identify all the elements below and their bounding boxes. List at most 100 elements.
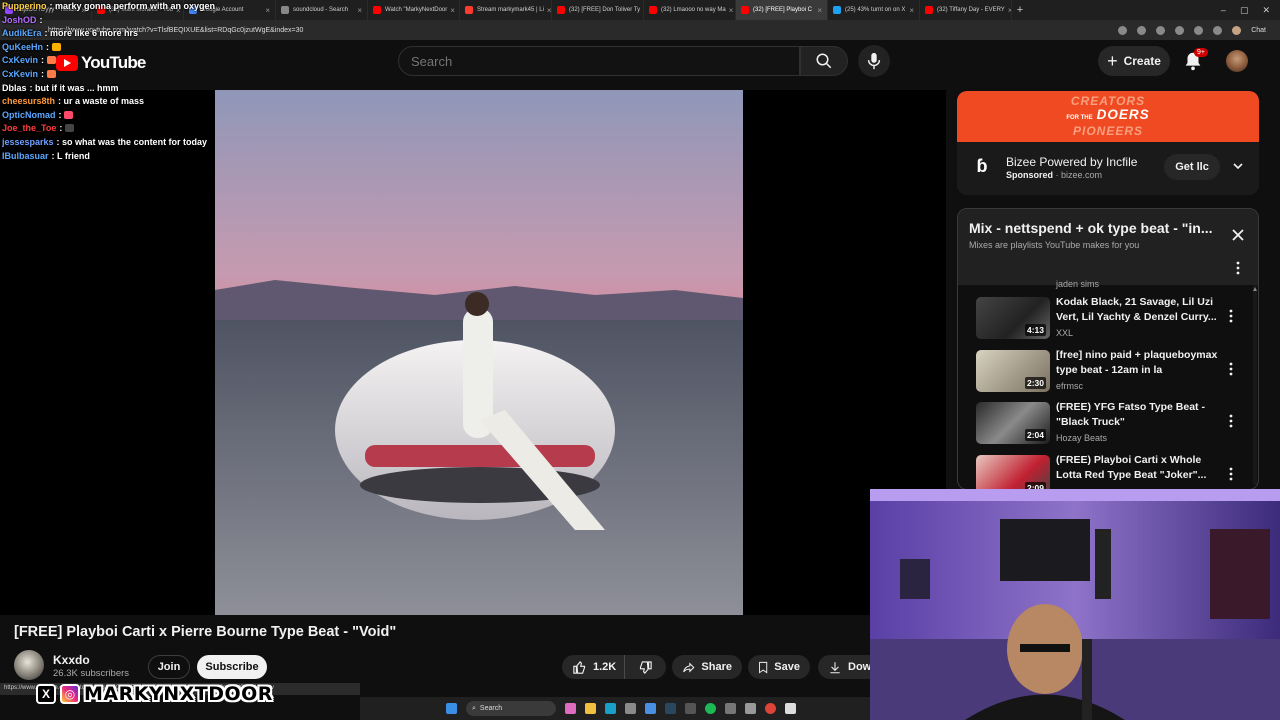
mix-subtitle: Mixes are playlists YouTube makes for yo… (969, 240, 1140, 250)
bizee-logo-icon: ɓ (976, 156, 988, 176)
obs-icon[interactable] (685, 703, 696, 714)
profile-icon[interactable] (1232, 25, 1242, 35)
chevron-down-icon[interactable] (1232, 160, 1244, 172)
taskbar-search[interactable]: ⌕ Search (466, 701, 556, 716)
browser-tab[interactable]: (32) [FREE] Don Toliver Ty× (552, 0, 644, 20)
spotify-icon[interactable] (705, 703, 716, 714)
extension-icon[interactable] (1213, 25, 1223, 35)
like-button[interactable]: 1.2K (562, 655, 626, 679)
ad-domain[interactable]: bizee.com (1061, 170, 1102, 180)
chat-username: OpticNomad (2, 109, 56, 120)
playlist-item-title[interactable]: (FREE) YFG Fatso Type Beat - "Black Truc… (1056, 400, 1218, 430)
tab-close-icon[interactable]: × (726, 6, 734, 15)
playlist-item-title[interactable]: (FREE) Playboi Carti x Whole Lotta Red T… (1056, 453, 1218, 483)
store-icon[interactable] (645, 703, 656, 714)
channel-avatar[interactable] (14, 650, 44, 680)
playlist-item-channel: efrmsc (1056, 381, 1083, 391)
playlist-item-thumbnail[interactable]: 2:04 (976, 402, 1050, 444)
browser-tab[interactable]: soundcloud - Search × (276, 0, 368, 20)
windows-start-icon[interactable] (446, 703, 457, 714)
tab-close-icon[interactable]: × (1005, 6, 1011, 15)
browser-tab[interactable]: (25) 43% turnt on on X × (828, 0, 920, 20)
taskbar-app-icon[interactable] (745, 703, 756, 714)
extension-icon[interactable] (1156, 25, 1166, 35)
taskbar-app-icon[interactable] (785, 703, 796, 714)
notification-count-badge: 9+ (1194, 48, 1208, 57)
video-thumbnail-art[interactable] (215, 90, 743, 615)
maximize-icon[interactable]: ▢ (1240, 5, 1249, 16)
tab-close-icon[interactable]: × (906, 6, 914, 15)
more-vertical-icon[interactable] (1228, 413, 1234, 429)
steam-icon[interactable] (665, 703, 676, 714)
chat-username: Joe_the_Toe (2, 123, 57, 134)
sponsored-ad-card[interactable]: CREATORS FOR THE DOERS PIONEERS (957, 91, 1259, 195)
close-icon[interactable] (1230, 227, 1246, 243)
browser-tab[interactable]: (32) Tiffany Day - EVERY× (920, 0, 1012, 20)
tab-close-icon[interactable]: × (447, 6, 455, 15)
tab-label: (32) Lmaooo no way Ma (661, 7, 726, 13)
browser-tab[interactable]: Stream markymark45 | Li × (460, 0, 552, 20)
chrome-icon[interactable] (765, 703, 776, 714)
thumbs-down-icon (640, 660, 652, 674)
search-input[interactable] (398, 46, 800, 76)
ad-cta-button[interactable]: Get llc (1164, 154, 1220, 180)
minimize-icon[interactable]: – (1221, 5, 1226, 16)
tab-favicon-icon (281, 6, 289, 14)
settings-icon[interactable] (625, 703, 636, 714)
edge-browser-icon[interactable] (605, 703, 616, 714)
tab-close-icon[interactable]: × (814, 6, 822, 15)
playlist-item[interactable]: 2:04 (FREE) YFG Fatso Type Beat - "Black … (976, 400, 1251, 450)
mix-title[interactable]: Mix - nettspend + ok type beat - "in... (969, 220, 1224, 236)
subscribe-button[interactable]: Subscribe (197, 655, 267, 679)
playlist-item[interactable]: 2:30 [free] nino paid + plaqueboymax type… (976, 348, 1251, 398)
playlist-scrollbar[interactable] (1252, 285, 1258, 485)
voice-search-button[interactable] (858, 45, 890, 77)
playlist-item-thumbnail[interactable]: 4:13 (976, 297, 1050, 339)
browser-tab[interactable]: (32) Lmaooo no way Ma × (644, 0, 736, 20)
chat-separator: : (41, 55, 47, 66)
new-tab-button[interactable]: + (1012, 4, 1028, 16)
tab-close-icon[interactable]: × (262, 6, 270, 15)
tab-close-icon[interactable]: × (354, 6, 362, 15)
close-window-icon[interactable]: ✕ (1262, 5, 1270, 16)
ad-title[interactable]: Bizee Powered by Incfile (1006, 155, 1137, 169)
ad-banner[interactable]: CREATORS FOR THE DOERS PIONEERS (957, 91, 1259, 142)
chat-button[interactable]: Chat (1251, 27, 1266, 34)
file-explorer-icon[interactable] (585, 703, 596, 714)
extension-icon[interactable] (1194, 25, 1204, 35)
playlist-item-title[interactable]: [free] nino paid + plaqueboymax type bea… (1056, 348, 1218, 378)
more-vertical-icon[interactable] (1228, 466, 1234, 482)
browser-tab[interactable]: Watch "MarkyNextDoor × (368, 0, 460, 20)
browser-tab[interactable]: (32) [FREE] Playboi C × (736, 0, 828, 20)
tab-favicon-icon (373, 6, 381, 14)
playlist-item-title[interactable]: Kodak Black, 21 Savage, Lil Uzi Vert, Li… (1056, 295, 1218, 325)
playlist-item[interactable]: 4:13 Kodak Black, 21 Savage, Lil Uzi Vert… (976, 295, 1251, 345)
chat-username: cheesurs8th (2, 96, 56, 107)
taskbar-app-icon[interactable] (725, 703, 736, 714)
search-button[interactable] (800, 46, 848, 76)
share-button[interactable]: Share (672, 655, 742, 679)
playlist-item-thumbnail[interactable]: 2:30 (976, 350, 1050, 392)
ad-banner-keyword: DOERS (1096, 107, 1150, 122)
dislike-button[interactable] (625, 655, 666, 679)
taskbar-app-icon[interactable] (565, 703, 576, 714)
extension-icon[interactable] (1175, 25, 1185, 35)
more-vertical-icon[interactable] (1228, 361, 1234, 377)
stream-chat-overlay: Pupperino: marky gonna perform with an o… (2, 0, 217, 161)
extension-icon[interactable] (1118, 25, 1128, 35)
chat-text: more like 6 more hrs (50, 28, 139, 39)
account-avatar[interactable] (1226, 50, 1248, 72)
save-button[interactable]: Save (748, 655, 810, 679)
tab-close-icon[interactable]: × (544, 6, 551, 15)
video-duration: 2:30 (1024, 377, 1046, 389)
plus-icon: + (1107, 51, 1118, 71)
tab-favicon-icon (465, 6, 473, 14)
more-vertical-icon[interactable] (1228, 308, 1234, 324)
more-vertical-icon[interactable] (1234, 261, 1242, 275)
create-button[interactable]: + Create (1098, 46, 1170, 76)
extension-icon[interactable] (1137, 25, 1147, 35)
join-button[interactable]: Join (148, 655, 190, 679)
bookmark-icon (759, 661, 768, 674)
channel-name[interactable]: Kxxdo (53, 653, 90, 667)
chat-username: CxKevin (2, 68, 39, 79)
